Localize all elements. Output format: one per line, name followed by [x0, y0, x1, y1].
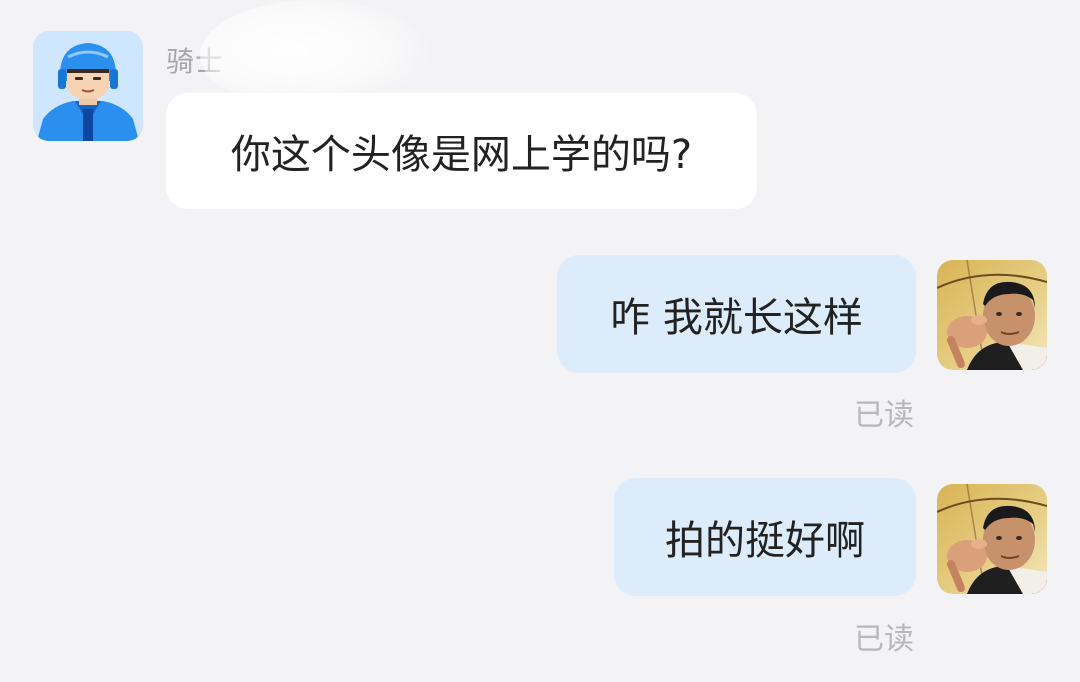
incoming-message-bubble[interactable]: 你这个头像是网上学的吗? [166, 93, 757, 209]
user-photo-avatar[interactable] [937, 260, 1047, 370]
outgoing-message-bubble[interactable]: 咋 我就长这样 [557, 255, 916, 373]
read-status: 已读 [854, 398, 914, 433]
chat-area: 骑士 你这个头像是网上学的吗? 咋 我就长这样 已读 拍的挺好啊 已读 [0, 0, 1080, 682]
read-status: 已读 [854, 622, 914, 657]
sender-name: 骑士 [166, 45, 225, 78]
outgoing-message-bubble[interactable]: 拍的挺好啊 [614, 478, 916, 596]
user-photo-avatar[interactable] [937, 484, 1047, 594]
rider-avatar-icon[interactable] [33, 31, 143, 141]
